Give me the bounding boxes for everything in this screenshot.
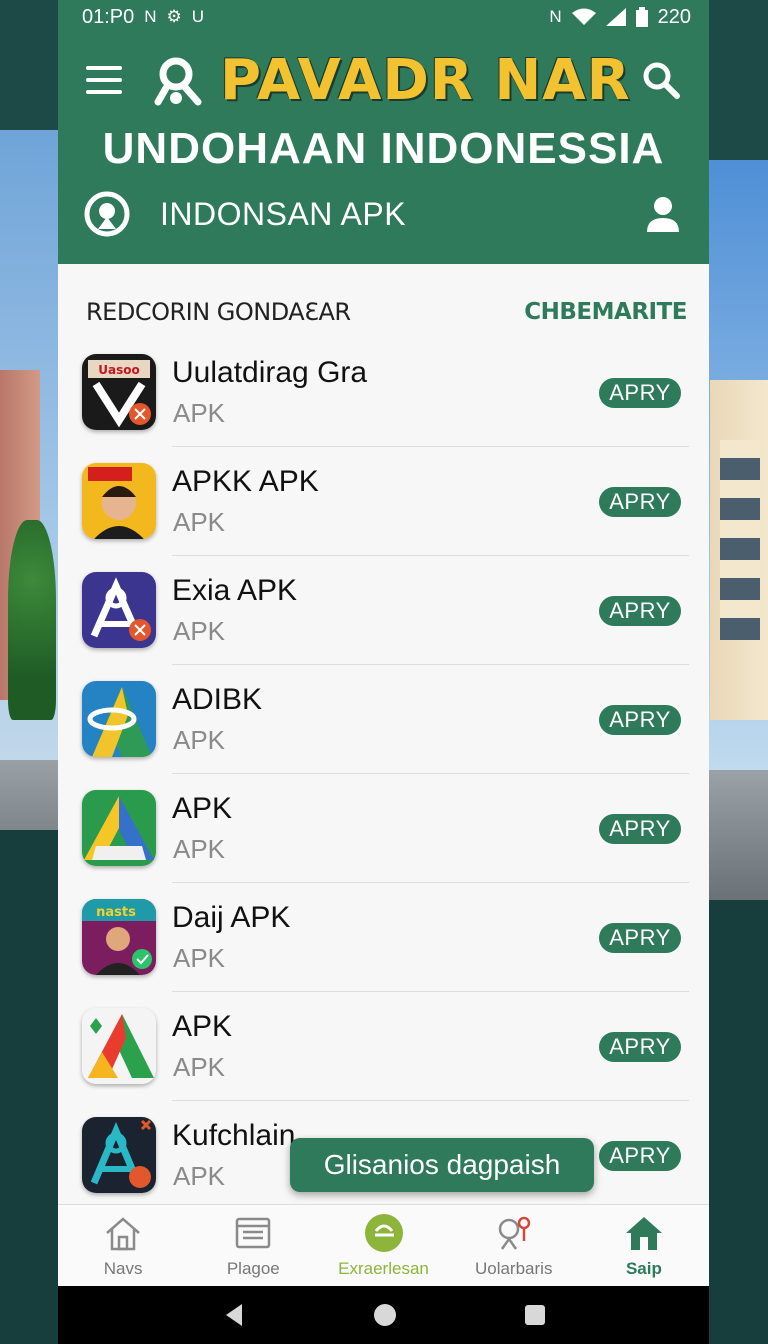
- app-subtitle: APK: [173, 943, 226, 973]
- system-navigation-bar: [58, 1286, 709, 1344]
- nav-label: Plagoe: [226, 1259, 280, 1278]
- brand-logo-icon: [154, 57, 202, 106]
- app-store-logo-icon: [84, 191, 130, 237]
- apply-button[interactable]: APRY: [599, 487, 681, 517]
- app-subtitle: APK: [173, 834, 226, 864]
- see-more-link[interactable]: CHBEMARITE: [524, 299, 687, 325]
- section-title: REDCORIN GONDAƐAR: [86, 298, 351, 326]
- app-icon: [82, 572, 156, 648]
- apply-button[interactable]: APRY: [599, 705, 681, 735]
- battery-level: 220: [657, 5, 691, 28]
- status-bar: 01:P0 N ⚙ U N 220: [58, 0, 709, 34]
- nav-item-plagoe[interactable]: Plagoe: [188, 1205, 318, 1286]
- tab-indonsan-apk[interactable]: INDONSAN APK: [160, 196, 406, 233]
- app-icon: nasts: [82, 899, 156, 975]
- nav-item-exraerlesan[interactable]: Exraerlesan: [318, 1205, 448, 1286]
- wifi-icon: [571, 8, 596, 25]
- signal-icon: [605, 8, 626, 26]
- toast-message[interactable]: Glisanios dagpaish: [290, 1138, 594, 1192]
- app-icon: Uasoo: [82, 354, 156, 430]
- menu-icon[interactable]: [86, 66, 122, 94]
- app-header: PAVADR NAR UNDOHAAN INDONESSIA INDONSAN …: [58, 34, 709, 294]
- app-icon: [82, 790, 156, 866]
- brand-title: PAVADR NAR: [220, 47, 631, 113]
- section-header: REDCORIN GONDAƐAR CHBEMARITE: [58, 264, 709, 338]
- search-location-icon: [498, 1216, 530, 1250]
- app-name: Exia APK: [172, 574, 298, 607]
- nav-label: Saip: [625, 1259, 662, 1278]
- app-subtitle: APK: [173, 616, 226, 646]
- app-name: APKK APK: [172, 465, 319, 498]
- home-icon: [106, 1217, 140, 1251]
- list-item[interactable]: Uasoo Uulatdirag Gra APK APRY: [58, 338, 709, 447]
- list-item[interactable]: APK APK APRY: [58, 774, 709, 883]
- apply-button[interactable]: APRY: [599, 378, 681, 408]
- nav-label: Navs: [103, 1259, 143, 1278]
- news-icon: [236, 1217, 271, 1249]
- app-subtitle: APK: [173, 398, 226, 428]
- nfc-icon: N: [549, 7, 562, 26]
- app-icon: [82, 1008, 156, 1084]
- list-item[interactable]: APK APK APRY: [58, 992, 709, 1101]
- svg-text:Uasoo: Uasoo: [98, 363, 139, 377]
- status-time: 01:P0: [82, 5, 135, 28]
- search-icon[interactable]: [641, 60, 681, 100]
- phone-screen: 01:P0 N ⚙ U N 220 PAVADR NAR UNDOHAAN IN…: [58, 0, 709, 1344]
- app-name: ADIBK: [172, 683, 263, 716]
- svg-text:nasts: nasts: [96, 905, 136, 920]
- header-subtitle: UNDOHAAN INDONESSIA: [102, 124, 665, 173]
- nav-item-navs[interactable]: Navs: [58, 1205, 188, 1286]
- apply-button[interactable]: APRY: [599, 596, 681, 626]
- explore-icon: [364, 1214, 403, 1252]
- content-area: REDCORIN GONDAƐAR CHBEMARITE Uasoo Uulat…: [58, 264, 709, 1204]
- back-icon[interactable]: [222, 1302, 246, 1328]
- list-item[interactable]: Exia APK APK APRY: [58, 556, 709, 665]
- app-subtitle: APK: [173, 725, 226, 755]
- home-circle-icon[interactable]: [373, 1303, 397, 1327]
- app-name: Kufchlain: [172, 1119, 296, 1152]
- user-icon[interactable]: [643, 194, 683, 234]
- app-name: APK: [172, 1010, 233, 1043]
- list-item[interactable]: APKK APK APK APRY: [58, 447, 709, 556]
- nav-label: Exraerlesan: [338, 1259, 429, 1278]
- app-subtitle: APK: [173, 507, 226, 537]
- battery-icon: [635, 7, 648, 27]
- app-icon: [82, 463, 156, 539]
- bottom-navigation: Navs Plagoe Exraerlesan Uolarbaris Saip: [58, 1204, 709, 1286]
- notification-icon: N: [144, 7, 157, 26]
- apply-button[interactable]: APRY: [599, 1032, 681, 1062]
- apply-button[interactable]: APRY: [599, 1141, 681, 1171]
- settings-status-icon: ⚙: [166, 7, 182, 26]
- app-subtitle: APK: [173, 1052, 226, 1082]
- storage-status-icon: U: [191, 7, 205, 26]
- list-item[interactable]: nasts Daij APK APK APRY: [58, 883, 709, 992]
- apply-button[interactable]: APRY: [599, 923, 681, 953]
- recents-icon[interactable]: [524, 1304, 546, 1326]
- nav-item-saip[interactable]: Saip: [579, 1205, 709, 1286]
- apply-button[interactable]: APRY: [599, 814, 681, 844]
- app-list: Uasoo Uulatdirag Gra APK APRY APKK APK A…: [58, 338, 709, 1204]
- nav-label: Uolarbaris: [474, 1259, 553, 1278]
- app-name: Daij APK: [172, 901, 291, 934]
- app-name: Uulatdirag Gra: [172, 356, 368, 389]
- app-name: APK: [172, 792, 233, 825]
- list-item[interactable]: ADIBK APK APRY: [58, 665, 709, 774]
- app-icon: [82, 1117, 156, 1193]
- home-filled-icon: [625, 1217, 662, 1250]
- app-icon: [82, 681, 156, 757]
- nav-item-uolarbaris[interactable]: Uolarbaris: [449, 1205, 579, 1286]
- app-subtitle: APK: [173, 1161, 226, 1191]
